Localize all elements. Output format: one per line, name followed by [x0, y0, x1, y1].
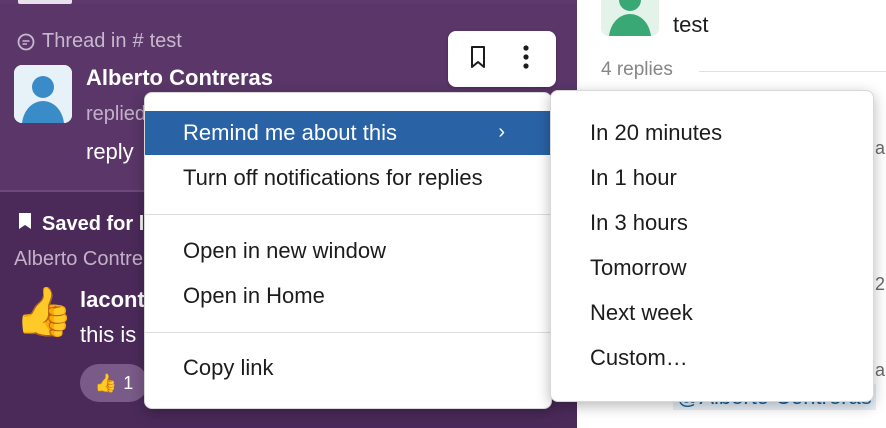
remind-submenu: In 20 minutes In 1 hour In 3 hours Tomor… [550, 90, 874, 402]
menu-item-label: Open in Home [183, 283, 325, 308]
saved-subtext: Alberto Contre [14, 248, 143, 270]
thread-title: test [673, 12, 709, 37]
menu-item-open-new-window[interactable]: Open in new window [145, 229, 553, 273]
replies-divider [699, 71, 886, 72]
menu-item-turn-off-notifications[interactable]: Turn off notifications for replies [145, 156, 553, 200]
submenu-item-label: In 3 hours [590, 210, 688, 235]
submenu-item-next-week[interactable]: Next week [551, 291, 875, 335]
menu-separator [145, 214, 553, 215]
saved-message-text: this is [80, 322, 137, 347]
menu-item-copy-link[interactable]: Copy link [145, 346, 553, 390]
bookmark-icon [468, 45, 488, 74]
submenu-item-20-minutes[interactable]: In 20 minutes [551, 111, 875, 155]
thread-channel[interactable]: test [150, 30, 182, 53]
menu-item-remind[interactable]: Remind me about this › [145, 111, 553, 155]
message-subtext: replied [86, 103, 147, 125]
avatar[interactable] [14, 65, 72, 123]
menu-item-label: Remind me about this [183, 120, 397, 145]
bookmark-filled-icon [18, 212, 32, 236]
submenu-item-label: In 1 hour [590, 165, 677, 190]
replies-count: 4 replies [601, 59, 673, 80]
bookmark-button[interactable] [456, 37, 500, 81]
reaction-count: 1 [123, 372, 134, 393]
thread-header: Thread in # test [16, 30, 182, 53]
menu-item-label: Copy link [183, 355, 274, 380]
thread-icon [16, 32, 36, 52]
submenu-item-custom[interactable]: Custom… [551, 336, 875, 380]
submenu-item-1-hour[interactable]: In 1 hour [551, 156, 875, 200]
submenu-item-label: Tomorrow [590, 255, 687, 280]
submenu-item-tomorrow[interactable]: Tomorrow [551, 246, 875, 290]
thread-header-label: Thread in [42, 30, 127, 52]
thumbs-up-avatar[interactable]: 👍 [14, 284, 74, 342]
submenu-item-label: Next week [590, 300, 693, 325]
message-text: reply [86, 139, 134, 164]
menu-item-open-in-home[interactable]: Open in Home [145, 274, 553, 318]
menu-item-label: Open in new window [183, 238, 387, 263]
more-actions-button[interactable] [504, 37, 548, 81]
submenu-item-label: Custom… [590, 345, 688, 370]
saved-header: Saved for la [18, 212, 155, 236]
message-author[interactable]: Alberto Contreras [86, 65, 273, 91]
channel-hash-icon: # [132, 30, 144, 52]
channel-avatar [601, 0, 659, 36]
context-menu: Remind me about this › Turn off notifica… [144, 92, 553, 409]
submenu-item-3-hours[interactable]: In 3 hours [551, 201, 875, 245]
menu-separator [145, 332, 553, 333]
chevron-right-icon: › [498, 121, 505, 143]
thumbs-up-icon: 👍 [14, 286, 74, 339]
peek-text-a: a [875, 138, 886, 158]
submenu-item-label: In 20 minutes [590, 120, 723, 145]
peek-text-a-2: a [875, 360, 886, 380]
saved-header-label: Saved for la [42, 212, 156, 235]
reaction-pill[interactable]: 👍 1 [80, 364, 148, 402]
peek-text-2: 2 [875, 274, 886, 294]
thumbs-up-reaction-icon: 👍 [94, 372, 118, 393]
message-hover-toolbar [448, 31, 556, 87]
menu-item-label: Turn off notifications for replies [183, 165, 483, 190]
saved-message-author[interactable]: lacont [80, 287, 145, 313]
more-vertical-icon [522, 44, 530, 75]
